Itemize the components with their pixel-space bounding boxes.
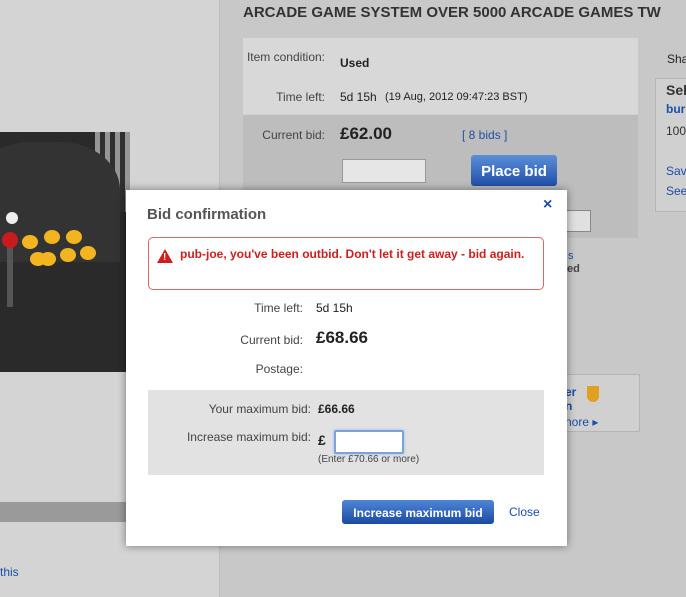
photo-button <box>22 235 38 249</box>
item-condition-label: Item condition: <box>246 50 325 64</box>
shield-icon <box>587 386 599 402</box>
alert-message: pub-joe, you've been outbid. Don't let i… <box>180 247 525 261</box>
postage-label: Postage: <box>255 362 303 376</box>
photo-button <box>80 246 96 260</box>
time-left-value: 5d 15h <box>340 90 377 104</box>
seller-panel: Sel bur 100 Sav See <box>655 78 686 212</box>
see-other-link[interactable]: See <box>666 184 686 198</box>
item-title: ARCADE GAME SYSTEM OVER 5000 ARCADE GAME… <box>243 4 661 21</box>
seller-feedback: 100 <box>666 124 686 138</box>
current-bid-label: Current bid: <box>240 333 303 347</box>
photo-joystick-ball <box>2 232 18 248</box>
dialog-title: Bid confirmation <box>147 206 267 223</box>
current-bid-value: £68.66 <box>316 328 368 347</box>
time-left-label: Time left: <box>276 90 325 104</box>
photo-button <box>40 252 56 266</box>
photo-button <box>60 248 76 262</box>
fragment-link[interactable]: s <box>568 250 574 262</box>
photo-button-white <box>6 212 18 224</box>
currency-symbol: £ <box>318 432 326 448</box>
bid-confirmation-dialog: Bid confirmation × ! pub-joe, you've bee… <box>126 190 567 546</box>
time-left-label: Time left: <box>254 301 303 315</box>
fragment-text: ed <box>567 263 580 275</box>
quantity-select[interactable] <box>565 210 591 232</box>
photo-button <box>44 230 60 244</box>
warning-icon: ! <box>157 249 173 263</box>
seller-name-link[interactable]: bur <box>666 102 685 116</box>
increase-max-bid-label: Increase maximum bid: <box>186 430 311 444</box>
close-link[interactable]: Close <box>509 505 540 519</box>
share-label[interactable]: Sha <box>667 52 686 66</box>
photo-button <box>66 230 82 244</box>
item-photo[interactable] <box>0 132 130 372</box>
max-bid-hint: (Enter £70.66 or more) <box>318 454 420 465</box>
item-condition-value: Used <box>340 56 370 70</box>
left-link[interactable]: this <box>0 565 19 579</box>
bids-link[interactable]: [ 8 bids ] <box>462 128 507 142</box>
photo-panel <box>0 142 120 262</box>
max-bid-input[interactable] <box>334 430 404 454</box>
save-seller-link[interactable]: Sav <box>666 164 686 178</box>
promo-more-link[interactable]: nore ▸ <box>565 415 598 429</box>
bid-input[interactable] <box>342 159 426 183</box>
current-bid-label: Current bid: <box>262 128 325 142</box>
increase-max-bid-button[interactable]: Increase maximum bid <box>342 500 494 524</box>
time-left-value: 5d 15h <box>316 301 353 315</box>
current-bid-value: £62.00 <box>340 124 392 143</box>
place-bid-button[interactable]: Place bid <box>471 155 557 186</box>
your-max-bid-label: Your maximum bid: <box>208 402 311 416</box>
time-left-date: (19 Aug, 2012 09:47:23 BST) <box>385 91 528 103</box>
seller-heading: Sel <box>666 82 686 98</box>
close-icon[interactable]: × <box>543 196 552 214</box>
outbid-alert: ! pub-joe, you've been outbid. Don't let… <box>148 237 544 290</box>
your-max-bid-value: £66.66 <box>318 402 355 416</box>
